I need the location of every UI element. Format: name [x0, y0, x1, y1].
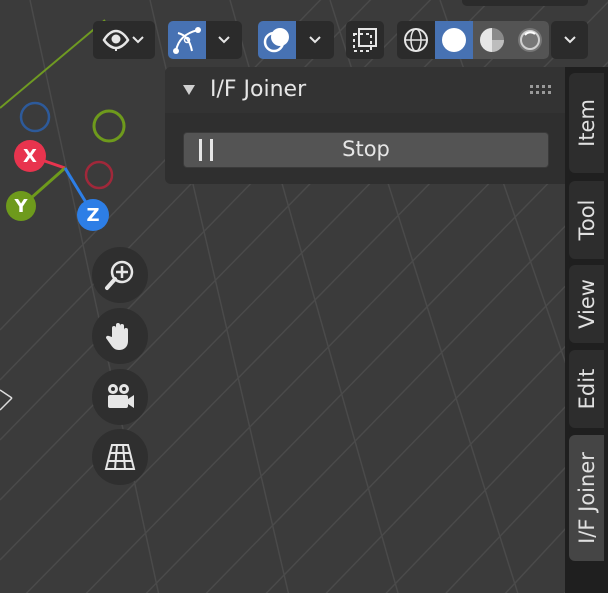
shading-rendered-button[interactable] [511, 21, 549, 59]
ortho-grid-icon [104, 444, 136, 470]
tab-edit-label: Edit [574, 368, 599, 410]
tab-edit[interactable]: Edit [569, 350, 604, 428]
drag-handle-icon[interactable] [529, 84, 551, 96]
shading-wireframe-icon [404, 28, 428, 52]
axis-neg-y-handle[interactable] [92, 109, 126, 143]
axis-neg-x-handle[interactable] [84, 160, 114, 190]
shading-dropdown[interactable] [551, 21, 588, 59]
sidebar-tab-bar: Item Tool View Edit I/F Joiner [565, 67, 608, 593]
overlay-toggle-group[interactable] [258, 21, 334, 59]
tab-item[interactable]: Item [569, 73, 604, 173]
shading-solid-icon [442, 28, 466, 52]
pan-button[interactable] [92, 308, 148, 364]
overlay-dropdown[interactable] [296, 21, 334, 59]
tab-tool-label: Tool [574, 199, 599, 241]
tab-item-label: Item [574, 99, 599, 147]
camera-view-button[interactable] [92, 369, 148, 425]
gizmo-dropdown[interactable] [206, 21, 242, 59]
shading-wireframe-button[interactable] [397, 21, 435, 59]
overlay-toggle-button[interactable] [258, 21, 296, 59]
shading-material-button[interactable] [473, 21, 511, 59]
shading-material-icon [480, 28, 504, 52]
xray-icon [353, 28, 377, 52]
overlay-icon [263, 28, 289, 53]
ortho-toggle-button[interactable] [92, 429, 148, 485]
hand-icon [105, 323, 128, 350]
collapse-triangle-icon[interactable] [182, 84, 196, 96]
visibility-dropdown[interactable] [93, 21, 155, 59]
tab-if-joiner[interactable]: I/F Joiner [569, 435, 604, 561]
visibility-icon [102, 29, 130, 51]
gizmo-icon [173, 27, 201, 54]
header-partial-button[interactable] [462, 0, 588, 6]
sidebar-panel: I/F Joiner Stop [165, 67, 565, 184]
axis-x-label: X [23, 146, 37, 167]
shading-rendered-icon [518, 28, 542, 52]
gizmo-toggle-group[interactable] [168, 21, 242, 59]
zoom-button[interactable] [92, 247, 148, 303]
navigation-gizmo[interactable]: X Y Z [0, 100, 140, 240]
shading-solid-button[interactable] [435, 21, 473, 59]
chevron-down-icon [309, 36, 321, 44]
axis-z-label: Z [86, 205, 99, 226]
gizmo-toggle-button[interactable] [168, 21, 206, 59]
tab-view[interactable]: View [569, 265, 604, 343]
chevron-down-icon [218, 36, 230, 44]
chevron-down-icon [132, 36, 144, 44]
shading-mode-group[interactable] [397, 21, 549, 59]
axis-neg-z-handle[interactable] [19, 101, 51, 133]
chevron-down-icon [563, 36, 576, 44]
tab-view-label: View [574, 279, 599, 329]
panel-header[interactable]: I/F Joiner [165, 67, 565, 113]
panel-title: I/F Joiner [210, 77, 307, 102]
tab-tool[interactable]: Tool [569, 181, 604, 259]
stop-button-label: Stop [342, 137, 390, 161]
camera-icon [108, 384, 134, 408]
xray-toggle-button[interactable] [346, 21, 384, 59]
stop-button[interactable]: Stop [183, 132, 549, 168]
axis-y-label: Y [13, 196, 28, 217]
zoom-icon [105, 260, 134, 290]
tab-if-joiner-label: I/F Joiner [574, 452, 599, 544]
